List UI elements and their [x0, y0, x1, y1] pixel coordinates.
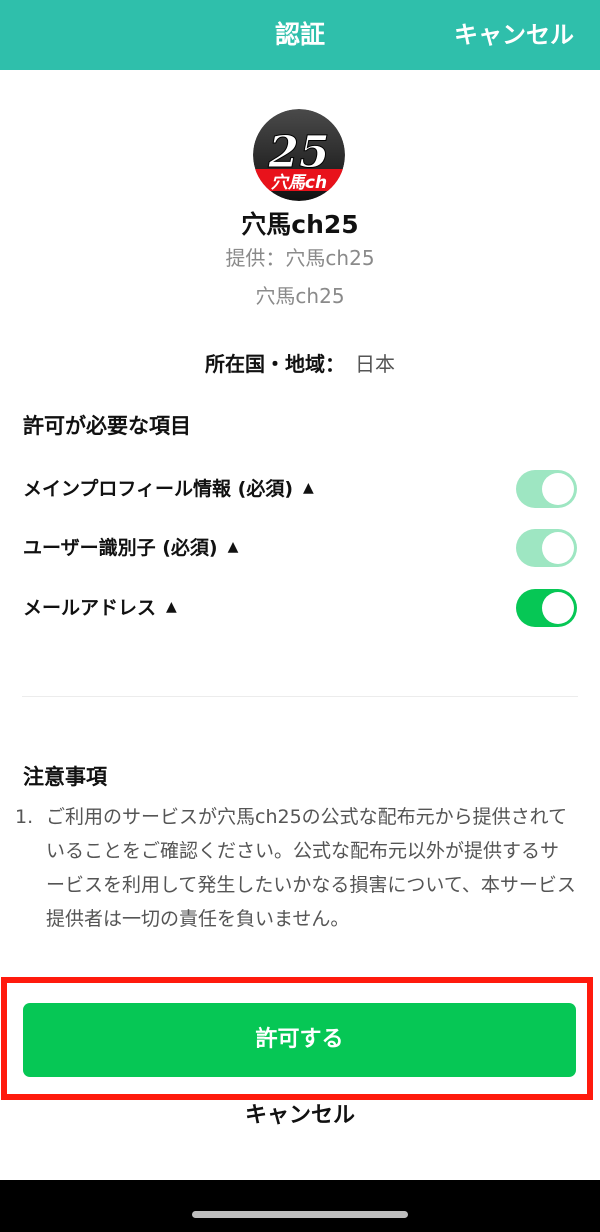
permission-label: メインプロフィール情報 (必須) [23, 478, 294, 500]
toggle-knob [542, 532, 574, 564]
app-logo-image: 25 穴馬ch [253, 109, 345, 201]
allow-button[interactable]: 許可する [23, 1003, 576, 1077]
permission-label: メールアドレス [23, 597, 157, 619]
header-bar: 認証 キャンセル [0, 0, 600, 70]
section-divider [22, 696, 578, 697]
app-logo: 25 穴馬ch [253, 109, 345, 201]
app-subtitle: 穴馬ch25 [255, 284, 345, 308]
profile-toggle[interactable] [516, 470, 577, 508]
permission-label-toggle[interactable]: ユーザー識別子 (必須) ▲ [23, 528, 238, 569]
chevron-up-icon[interactable]: ▲ [303, 468, 314, 508]
chevron-up-icon[interactable]: ▲ [228, 527, 239, 567]
logo-text: 穴馬ch [271, 173, 327, 193]
permissions-title: 許可が必要な項目 [23, 414, 191, 438]
logo-number: 25 [267, 127, 329, 178]
email-toggle[interactable] [516, 589, 577, 627]
app-provider: 提供：穴馬ch25 [225, 246, 375, 270]
permission-label: ユーザー識別子 (必須) [23, 537, 218, 559]
permission-label-toggle[interactable]: メインプロフィール情報 (必須) ▲ [23, 469, 314, 510]
region-row: 所在国・地域： 日本 [0, 348, 600, 380]
toggle-knob [542, 592, 574, 624]
notes-title: 注意事項 [23, 765, 107, 789]
header-cancel-button[interactable]: キャンセル [454, 0, 574, 70]
user-id-toggle[interactable] [516, 529, 577, 567]
note-text: ご利用のサービスが穴馬ch25の公式な配布元から提供されていることをご確認くださ… [46, 806, 576, 930]
note-number: 1. [15, 806, 34, 828]
system-navigation-bar [0, 1180, 600, 1232]
chevron-up-icon[interactable]: ▲ [166, 587, 177, 627]
app-name: 穴馬ch25 [241, 210, 359, 239]
home-indicator[interactable] [192, 1211, 408, 1218]
permission-row-user-id[interactable]: ユーザー識別子 (必須) ▲ [23, 528, 577, 568]
region-label: 所在国・地域： [205, 352, 345, 376]
permission-row-profile[interactable]: メインプロフィール情報 (必須) ▲ [23, 469, 577, 509]
permission-label-toggle[interactable]: メールアドレス ▲ [23, 588, 177, 629]
cancel-button[interactable]: キャンセル [0, 1098, 600, 1134]
toggle-knob [542, 473, 574, 505]
permission-row-email[interactable]: メールアドレス ▲ [23, 588, 577, 628]
region-value: 日本 [355, 352, 395, 376]
